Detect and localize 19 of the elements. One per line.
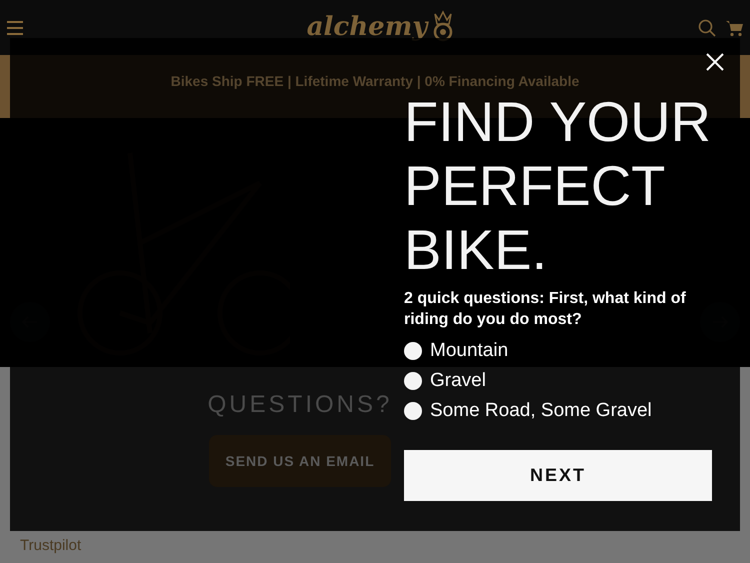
next-button[interactable]: NEXT <box>404 450 712 501</box>
quiz-question: 2 quick questions: First, what kind of riding do you do most? <box>404 289 687 330</box>
popup-title: FIND YOUR PERFECT BIKE. <box>404 90 712 282</box>
questions-heading: QUESTIONS? <box>208 390 392 420</box>
option-label: Gravel <box>430 368 486 393</box>
option-label: Some Road, Some Gravel <box>430 398 652 423</box>
radio-button[interactable] <box>404 372 422 390</box>
option-label: Mountain <box>430 338 508 363</box>
menu-icon[interactable] <box>6 20 24 36</box>
close-icon <box>706 53 724 71</box>
riding-option[interactable]: Mountain <box>404 340 712 362</box>
close-button[interactable] <box>704 51 726 73</box>
promo-text: Bikes Ship FREE | Lifetime Warranty | 0% Financing Available <box>170 72 580 92</box>
riding-option[interactable]: Gravel <box>404 370 712 392</box>
search-icon[interactable] <box>698 18 716 36</box>
riding-option[interactable]: Some Road, Some Gravel <box>404 400 712 422</box>
radio-button[interactable] <box>404 342 422 360</box>
cart-icon[interactable] <box>726 18 744 36</box>
radio-button[interactable] <box>404 402 422 420</box>
